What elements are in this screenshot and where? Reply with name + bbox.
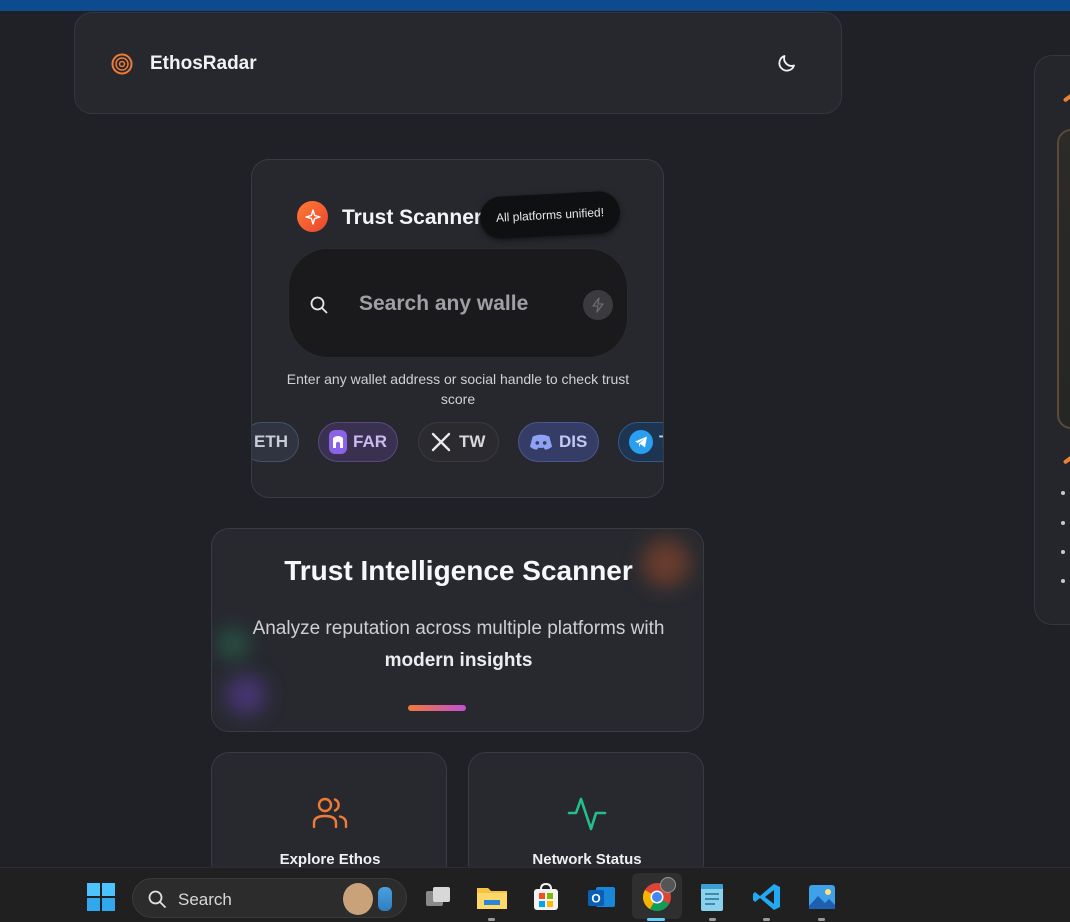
file-explorer-icon[interactable] — [474, 879, 510, 915]
wallet-search-input[interactable] — [359, 287, 579, 321]
bullet-dot — [1061, 491, 1065, 495]
farcaster-icon — [329, 430, 347, 454]
platform-chip-telegram[interactable]: T — [618, 422, 663, 462]
chip-label: ETH — [254, 432, 288, 451]
platform-chip-farcaster[interactable]: FAR — [318, 422, 398, 462]
card-label: Network Status — [532, 851, 642, 868]
outlook-icon[interactable]: O — [583, 879, 619, 915]
x-twitter-icon — [429, 430, 453, 454]
platform-chip-discord[interactable]: DIS — [518, 422, 599, 462]
side-accent-mark — [1062, 93, 1070, 103]
scanner-title: Trust Scanner — [342, 206, 483, 229]
dna-icon — [378, 887, 392, 911]
moon-icon[interactable] — [775, 51, 799, 75]
active-indicator — [647, 918, 665, 921]
search-icon — [148, 890, 166, 908]
intelligence-subtitle: Analyze reputation across multiple platf… — [232, 613, 685, 677]
subtitle-text: Analyze reputation across multiple platf… — [252, 618, 665, 639]
decorative-blob — [226, 675, 266, 715]
browser-top-strip — [0, 0, 1070, 11]
radar-logo-icon — [111, 53, 133, 75]
card-label: Explore Ethos — [279, 851, 381, 868]
side-panel-card — [1034, 55, 1070, 625]
users-icon — [312, 797, 348, 829]
running-indicator — [818, 918, 825, 921]
running-indicator — [763, 918, 770, 921]
telegram-icon — [629, 430, 653, 454]
search-icon — [310, 296, 328, 314]
microsoft-store-icon[interactable] — [528, 879, 564, 915]
intelligence-title: Trust Intelligence Scanner — [284, 555, 633, 586]
vscode-icon[interactable] — [749, 879, 785, 915]
side-panel-inner — [1057, 129, 1070, 429]
trust-scanner-card: Trust Scanner All platforms unified! Ent… — [251, 159, 664, 498]
quick-scan-button[interactable] — [583, 290, 613, 320]
platform-chip-eth[interactable]: ETH — [252, 422, 299, 462]
running-indicator — [488, 918, 495, 921]
discord-icon — [529, 430, 553, 454]
running-indicator — [709, 918, 716, 921]
subtitle-emphasis: modern insights — [384, 650, 533, 671]
taskbar-search-label: Search — [178, 890, 232, 909]
platform-chip-twitter[interactable]: TW — [418, 422, 499, 462]
lightning-icon — [592, 297, 604, 313]
brand-name[interactable]: EthosRadar — [150, 53, 257, 75]
notepad-icon[interactable] — [694, 879, 730, 915]
taskbar-search-box[interactable]: Search — [132, 878, 407, 918]
chip-label: TW — [459, 432, 486, 451]
intelligence-hero-card: Trust Intelligence Scanner Analyze reput… — [211, 528, 704, 732]
windows-taskbar: Search O — [0, 867, 1070, 922]
chip-label: FAR — [353, 432, 387, 451]
app-header: EthosRadar — [74, 12, 842, 114]
explore-ethos-card[interactable]: Explore Ethos — [211, 752, 447, 882]
gradient-accent-bar — [408, 705, 466, 711]
bullet-dot — [1061, 550, 1065, 554]
platforms-unified-badge: All platforms unified! — [478, 190, 622, 240]
task-view-icon[interactable] — [420, 879, 456, 915]
chip-label: T — [659, 432, 663, 452]
search-helper-text: Enter any wallet address or social handl… — [286, 371, 630, 407]
svg-text:O: O — [591, 892, 600, 906]
network-status-card[interactable]: Network Status — [468, 752, 704, 882]
search-highlight-avatar — [343, 883, 373, 915]
side-accent-mark — [1062, 455, 1070, 465]
bullet-dot — [1061, 521, 1065, 525]
chip-label: DIS — [559, 432, 588, 451]
windows-start-icon[interactable] — [83, 879, 119, 915]
sparkle-icon — [297, 201, 328, 232]
photos-icon[interactable] — [804, 879, 840, 915]
bullet-dot — [1061, 579, 1065, 583]
activity-icon — [567, 797, 607, 831]
search-box[interactable] — [288, 248, 628, 358]
profile-badge-icon — [660, 877, 676, 893]
